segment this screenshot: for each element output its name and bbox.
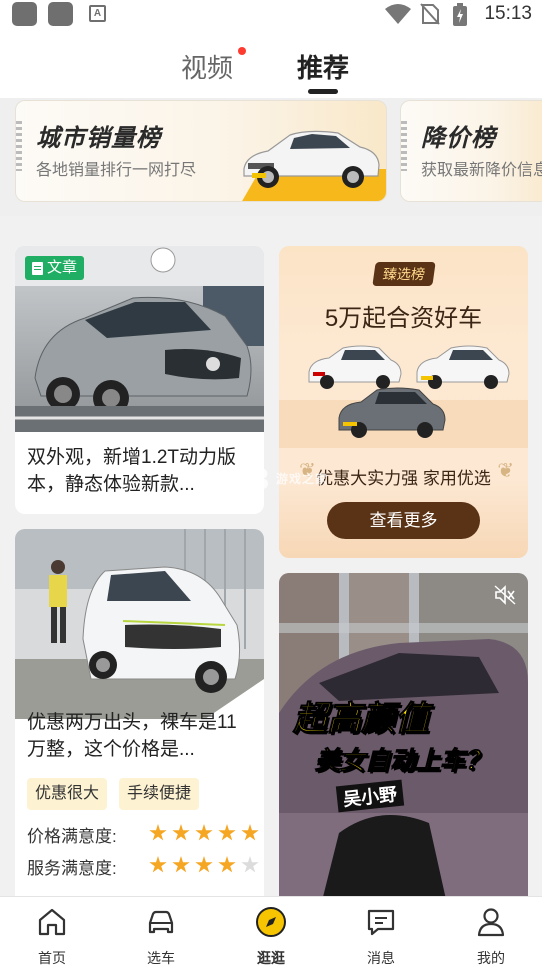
- bottom-nav: 首页 选车 逛逛 消息 我的: [0, 896, 542, 969]
- clock: 15:13: [484, 3, 532, 24]
- promo-cars-image: [279, 345, 528, 448]
- ranking-title: 降价榜: [421, 125, 496, 152]
- star-icon: [218, 856, 236, 873]
- promo-tag: 臻选榜: [372, 262, 436, 286]
- document-icon: [32, 261, 43, 275]
- tag-big-discount: 优惠很大: [27, 778, 108, 810]
- watermark: K73 游戏之家: [212, 463, 329, 496]
- deal-card[interactable]: 优惠两万出头，裸车是11万整，这个价格是... 优惠很大 手续便捷 价格满意度:…: [15, 529, 264, 896]
- promo-card[interactable]: 臻选榜 5万起合资好车 ❦ ❦ 优惠大实力强 家用优选 查看更多: [279, 246, 528, 558]
- tag-easy-process: 手续便捷: [119, 778, 200, 810]
- rankings-carousel[interactable]: 城市销量榜 各地销量排行一网打尽 降价榜 获取最新降价信息: [0, 98, 542, 216]
- nav-label: 我的: [477, 950, 505, 966]
- star-icon: [149, 856, 167, 873]
- star-icon: [172, 856, 190, 873]
- video-card[interactable]: 超高颜值 美女自动上车？ 吴小野: [279, 573, 528, 896]
- star-icon: [241, 824, 259, 841]
- profile-icon: [477, 908, 505, 937]
- car-icon: [148, 910, 174, 934]
- status-bar: A 15:13: [0, 0, 542, 30]
- ranking-subtitle: 获取最新降价信息: [421, 162, 542, 179]
- mute-icon[interactable]: [494, 585, 516, 605]
- star-icon: [218, 824, 236, 841]
- article-badge: 文章: [25, 256, 85, 280]
- compass-icon: [256, 907, 286, 937]
- decor-stripe: [16, 121, 22, 171]
- notification-app-icon: [48, 2, 73, 26]
- star-icon: [195, 824, 213, 841]
- nav-profile[interactable]: 我的: [451, 897, 531, 969]
- ranking-subtitle: 各地销量排行一网打尽: [36, 162, 197, 179]
- nav-label: 首页: [38, 950, 66, 966]
- star-icon: [172, 824, 190, 841]
- view-more-button[interactable]: 查看更多: [327, 502, 480, 539]
- rating-label: 服务满意度:: [27, 859, 117, 878]
- message-icon: [367, 909, 395, 936]
- tab-recommend[interactable]: 推荐: [297, 48, 349, 85]
- notification-app-icon: [12, 2, 37, 26]
- home-icon: [38, 908, 66, 936]
- no-sim-icon: [420, 3, 440, 25]
- ranking-card-city-sales[interactable]: 城市销量榜 各地销量排行一网打尽: [15, 100, 387, 202]
- nav-choose-car[interactable]: 选车: [121, 897, 201, 969]
- star-empty-icon: [241, 856, 259, 873]
- video-caption-line1: 超高颜值: [293, 700, 430, 739]
- star-icon: [149, 824, 167, 841]
- nav-label: 选车: [147, 950, 175, 966]
- white-sedan-image: [243, 130, 380, 188]
- deal-title: 优惠两万出头，裸车是11万整，这个价格是...: [27, 712, 237, 760]
- active-tab-indicator: [308, 89, 338, 94]
- tab-video[interactable]: 视频: [181, 48, 233, 85]
- star-rating: [149, 824, 259, 842]
- nav-label: 消息: [367, 950, 395, 966]
- service-satisfaction-rating: 服务满意度:: [27, 854, 259, 879]
- nav-home[interactable]: 首页: [12, 897, 92, 969]
- feed[interactable]: 文章 双外观，新增1.2T动力版本，静态体验新款... 臻选榜 5万起合资好车: [0, 228, 542, 896]
- top-tab-bar: 视频 推荐: [0, 30, 542, 98]
- notification-dot: [238, 47, 246, 55]
- article-badge-label: 文章: [47, 259, 78, 276]
- ranking-title: 城市销量榜: [36, 125, 161, 152]
- accessibility-icon: A: [89, 5, 106, 22]
- white-suv-photo: [15, 529, 264, 719]
- price-satisfaction-rating: 价格满意度:: [27, 822, 259, 847]
- video-caption-line2: 美女自动上车？: [314, 747, 491, 776]
- deal-tags: 优惠很大 手续便捷: [27, 778, 257, 810]
- wifi-icon: [385, 4, 411, 24]
- star-rating: [149, 856, 259, 874]
- nav-messages[interactable]: 消息: [341, 897, 421, 969]
- nav-label: 逛逛: [257, 950, 285, 966]
- ranking-card-price-drop[interactable]: 降价榜 获取最新降价信息: [400, 100, 542, 202]
- star-icon: [195, 856, 213, 873]
- rating-label: 价格满意度:: [27, 827, 117, 846]
- battery-charging-icon: [453, 3, 467, 26]
- nav-browse[interactable]: 逛逛: [231, 897, 311, 969]
- promo-title: 5万起合资好车: [324, 305, 483, 332]
- decor-stripe: [401, 121, 407, 171]
